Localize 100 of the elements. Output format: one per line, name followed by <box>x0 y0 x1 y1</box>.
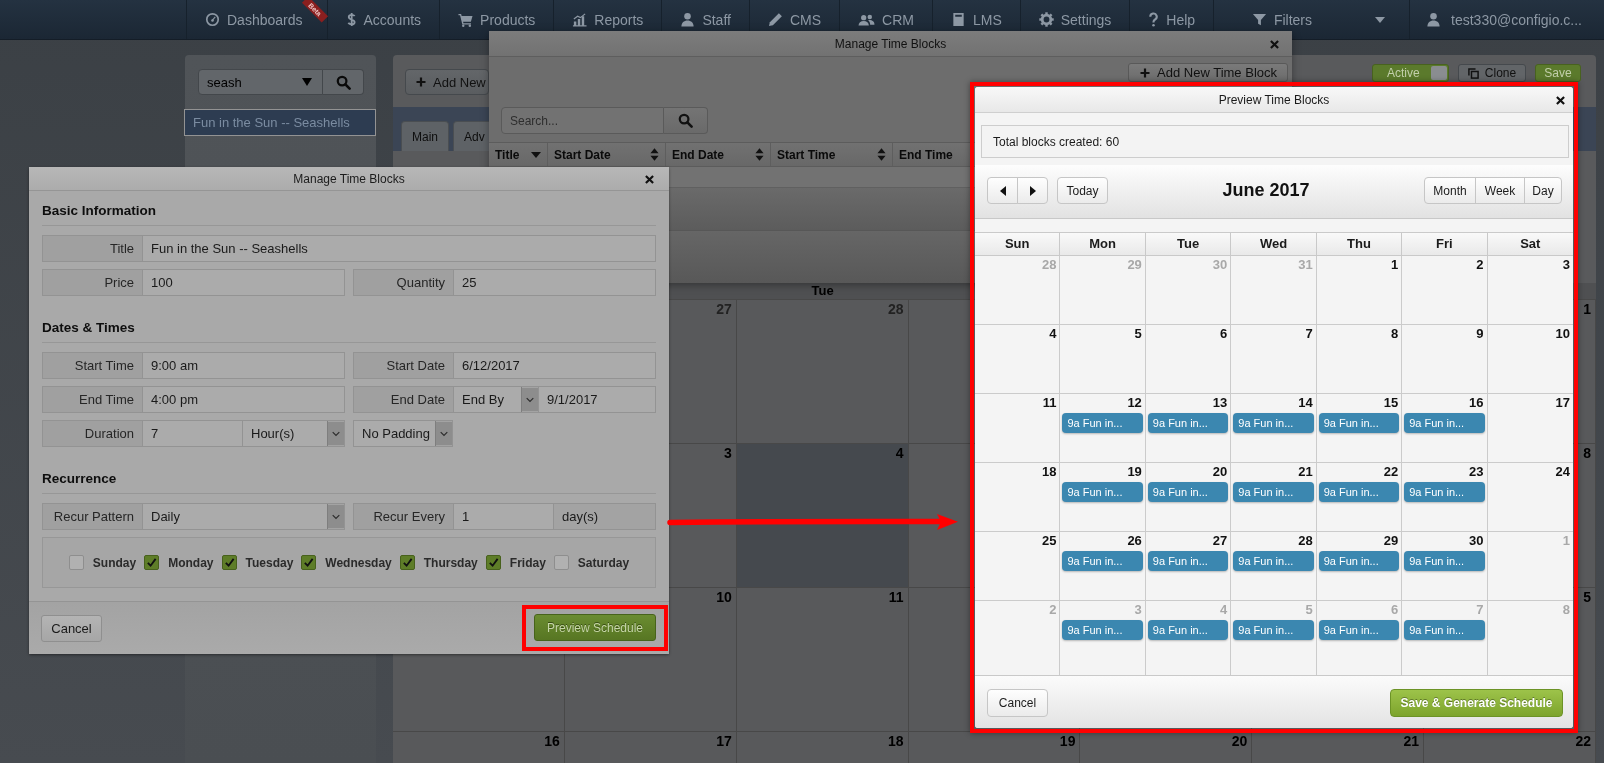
number-field[interactable]: 1 <box>453 503 554 530</box>
event-chip[interactable]: 9a Fun in... <box>1147 482 1229 502</box>
day-checkbox[interactable] <box>399 555 415 570</box>
search-button[interactable] <box>323 69 364 95</box>
event-chip[interactable]: 9a Fun in... <box>1318 413 1400 433</box>
day-checkbox[interactable] <box>301 555 317 570</box>
search-field[interactable]: seash <box>198 69 323 95</box>
event-chip[interactable]: 9a Fun in... <box>1233 482 1314 502</box>
nav-link[interactable]: Staff <box>662 0 731 39</box>
day-checkbox[interactable] <box>221 555 237 570</box>
column-header[interactable]: Start Date <box>548 143 666 166</box>
column-header[interactable]: End Date <box>666 143 771 166</box>
day-number: 4 <box>1220 603 1229 617</box>
nav-link[interactable]: Dashboards <box>187 0 303 39</box>
close-icon[interactable] <box>1556 95 1565 105</box>
nav-link[interactable]: Accounts <box>327 0 422 39</box>
dropdown-field[interactable]: Daily <box>142 503 345 530</box>
text-field[interactable]: Fun in the Sun -- Seashells <box>142 235 656 262</box>
column-header[interactable]: Start Time <box>771 143 893 166</box>
dollar-icon <box>345 12 357 27</box>
event-chip[interactable]: 9a Fun in... <box>1147 620 1229 640</box>
day-number: 7 <box>1305 327 1314 341</box>
add-time-block-button[interactable]: Add New Time Block <box>1128 63 1288 82</box>
sort-icon <box>877 148 886 161</box>
add-new-button[interactable]: Add New <box>405 69 489 95</box>
day-number: 18 <box>1041 465 1058 479</box>
event-chip[interactable]: 9a Fun in... <box>1318 620 1400 640</box>
view-button[interactable]: Month <box>1424 177 1476 204</box>
event-chip[interactable]: 9a Fun in... <box>1062 620 1143 640</box>
event-chip[interactable]: 9a Fun in... <box>1062 482 1143 502</box>
field-label: Recur Pattern <box>42 503 143 530</box>
time-field[interactable]: 4:00 pm <box>142 386 345 413</box>
search-button[interactable] <box>664 107 708 134</box>
filters-menu[interactable]: Filters <box>1233 0 1386 39</box>
clone-button[interactable]: Clone <box>1458 64 1526 82</box>
day-label: Sunday <box>92 555 137 570</box>
column-header[interactable]: End Time <box>893 143 961 166</box>
day-number: 17 <box>1555 396 1571 410</box>
weekday-header: Mon <box>1060 233 1146 256</box>
preview-schedule-button[interactable]: Preview Schedule <box>534 614 656 641</box>
day-checkbox[interactable] <box>68 555 84 570</box>
today-button[interactable]: Today <box>1057 177 1108 204</box>
date-field[interactable]: 9/1/2017 <box>538 386 656 413</box>
pencil-icon <box>767 12 783 27</box>
view-button[interactable]: Day <box>1524 177 1562 204</box>
day-checkbox[interactable] <box>144 555 160 570</box>
dropdown-field[interactable]: No Padding <box>353 420 453 447</box>
nav-link[interactable]: CRM <box>840 0 914 39</box>
nav-link[interactable]: Settings <box>1020 0 1112 39</box>
number-field[interactable]: 7 <box>142 420 243 447</box>
event-chip[interactable]: 9a Fun in... <box>1062 551 1143 571</box>
nav-link[interactable]: Help <box>1130 0 1196 39</box>
view-button[interactable]: Week <box>1475 177 1525 204</box>
day-number: 30 <box>1212 258 1229 272</box>
nav-link[interactable]: CMS <box>749 0 822 39</box>
sidebar-item[interactable]: Fun in the Sun -- Seashells <box>184 109 376 136</box>
text-field[interactable]: 25 <box>453 269 656 296</box>
close-icon[interactable] <box>645 174 654 184</box>
dropdown-field[interactable]: Hour(s) <box>242 420 345 447</box>
day-checkbox[interactable] <box>553 555 569 570</box>
event-chip[interactable]: 9a Fun in... <box>1233 620 1314 640</box>
cancel-button[interactable]: Cancel <box>41 614 102 642</box>
tab[interactable]: Main <box>401 121 449 151</box>
event-chip[interactable]: 9a Fun in... <box>1318 551 1400 571</box>
save-button[interactable]: Save <box>1535 64 1581 82</box>
cancel-button[interactable]: Cancel <box>987 689 1048 717</box>
nav-link[interactable]: Reports <box>554 0 644 39</box>
text-field[interactable]: 100 <box>142 269 345 296</box>
caret-icon <box>1375 16 1386 23</box>
status-toggle[interactable]: Active <box>1372 64 1449 82</box>
event-chip[interactable]: 9a Fun in... <box>1147 551 1229 571</box>
event-chip[interactable]: 9a Fun in... <box>1147 413 1229 433</box>
event-chip[interactable]: 9a Fun in... <box>1062 413 1143 433</box>
event-chip[interactable]: 9a Fun in... <box>1233 413 1314 433</box>
search-field[interactable]: Search... <box>501 107 664 134</box>
section-heading: Basic Information <box>42 202 656 226</box>
event-chip[interactable]: 9a Fun in... <box>1404 551 1485 571</box>
time-field[interactable]: 9:00 am <box>142 352 345 379</box>
user-menu[interactable]: test330@configio.c... <box>1410 0 1582 39</box>
date-field[interactable]: 6/12/2017 <box>453 352 656 379</box>
event-chip[interactable]: 9a Fun in... <box>1404 413 1485 433</box>
save-generate-button[interactable]: Save & Generate Schedule <box>1390 689 1563 717</box>
day-number: 28 <box>1298 534 1314 548</box>
event-chip[interactable]: 9a Fun in... <box>1233 551 1314 571</box>
weekday-header: Tue <box>1145 233 1232 256</box>
nav-link[interactable]: Products <box>440 0 536 39</box>
day-number: 6 <box>1220 327 1229 341</box>
next-button[interactable] <box>1017 177 1048 204</box>
dropdown-field[interactable]: End By <box>453 386 539 413</box>
column-header[interactable]: Title <box>489 143 548 166</box>
day-number: 10 <box>716 590 732 605</box>
previous-button[interactable] <box>987 177 1018 204</box>
nav-link[interactable]: LMS <box>932 0 1002 39</box>
day-number: 17 <box>716 734 732 749</box>
check-icon <box>303 557 315 568</box>
day-checkbox[interactable] <box>485 555 501 570</box>
event-chip[interactable]: 9a Fun in... <box>1404 482 1485 502</box>
event-chip[interactable]: 9a Fun in... <box>1318 482 1400 502</box>
weekday-header: Fri <box>1402 233 1488 256</box>
event-chip[interactable]: 9a Fun in... <box>1404 620 1485 640</box>
